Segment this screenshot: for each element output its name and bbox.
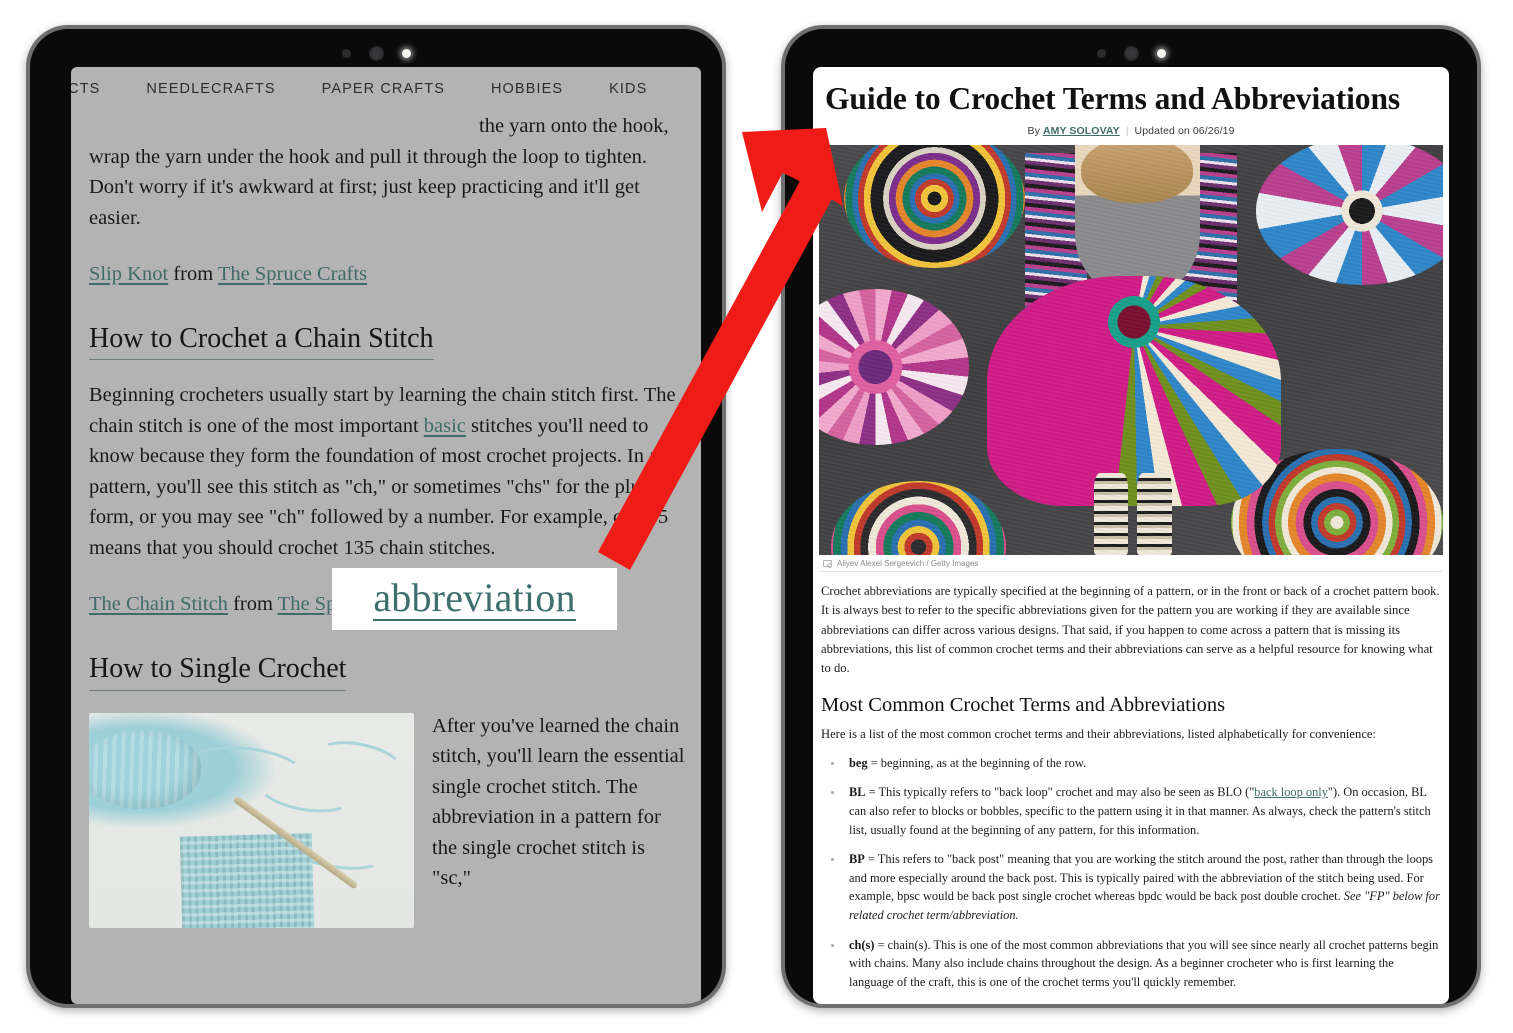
intro-paragraph: Crochet abbreviations are typically spec… <box>821 584 1440 675</box>
page-title: Guide to Crochet Terms and Abbreviations <box>825 81 1401 116</box>
crochet-swatch-icon <box>179 832 315 928</box>
hero-photo <box>819 145 1443 556</box>
status-led-icon <box>1156 48 1166 58</box>
link-basic[interactable]: basic <box>424 415 466 437</box>
source-line-1-middle: from <box>168 263 218 286</box>
term-definition: = beginning, as at the beginning of the … <box>867 755 1087 770</box>
section-intro: Here is a list of the most common croche… <box>821 726 1376 741</box>
list-item: beg = beginning, as at the beginning of … <box>821 754 1441 773</box>
heading-how-to-single-crochet: How to Single Crochet <box>89 652 347 691</box>
right-article-body: Crochet abbreviations are typically spec… <box>821 582 1441 991</box>
boot-left-icon <box>1093 473 1128 556</box>
photo-credit: Aliyev Alexei Sergeevich / Getty Images <box>819 555 1443 573</box>
link-spruce-crafts-1[interactable]: The Spruce Crafts <box>218 263 367 285</box>
front-camera-icon <box>1123 45 1139 61</box>
term-definition: = chain(s). This is one of the most comm… <box>849 937 1439 989</box>
term-label: ch(s) <box>849 937 875 952</box>
ambient-sensor-icon <box>1096 48 1106 58</box>
tablet-left-bezel: JECTS NEEDLECRAFTS PAPER CRAFTS HOBBIES … <box>30 29 722 1004</box>
nav-item-projects[interactable]: JECTS <box>71 81 100 97</box>
yarn-ball-icon <box>89 730 201 809</box>
term-label: beg <box>849 755 868 770</box>
front-camera-icon <box>368 45 384 61</box>
mandala-bottom-left-icon <box>831 481 1007 556</box>
term-definition: = This typically refers to "back loop" c… <box>865 785 1255 800</box>
term-label: BP <box>849 852 865 867</box>
byline-prefix: By <box>1027 125 1043 138</box>
byline: By AMY SOLOVAY | Updated on 06/26/19 <box>813 125 1449 137</box>
front-sensor-cluster <box>30 45 722 61</box>
site-nav[interactable]: JECTS NEEDLECRAFTS PAPER CRAFTS HOBBIES … <box>71 67 701 111</box>
tablet-right: Guide to Crochet Terms and Abbreviations… <box>781 25 1481 1008</box>
nav-item-hobbies[interactable]: HOBBIES <box>491 81 563 97</box>
content-fade <box>813 990 1449 1004</box>
link-the-chain-stitch[interactable]: The Chain Stitch <box>89 593 228 615</box>
source-line-2-middle: from <box>227 593 278 616</box>
screenshot-stage: JECTS NEEDLECRAFTS PAPER CRAFTS HOBBIES … <box>0 0 1513 1033</box>
source-line-slip-knot: Slip Knot from The Spruce Crafts <box>89 259 685 290</box>
left-screen: JECTS NEEDLECRAFTS PAPER CRAFTS HOBBIES … <box>71 67 701 1004</box>
nav-item-needlecrafts[interactable]: NEEDLECRAFTS <box>146 81 275 97</box>
paragraph-chain-stitch: Beginning crocheters usually start by le… <box>89 380 685 563</box>
list-item: ch(s) = chain(s). This is one of the mos… <box>821 936 1441 992</box>
boot-right-icon <box>1137 473 1172 556</box>
single-crochet-photo <box>89 712 414 928</box>
right-screen: Guide to Crochet Terms and Abbreviations… <box>813 67 1449 1004</box>
ambient-sensor-icon <box>341 48 351 58</box>
tablet-left: JECTS NEEDLECRAFTS PAPER CRAFTS HOBBIES … <box>26 25 726 1008</box>
byline-author-link[interactable]: AMY SOLOVAY <box>1043 125 1120 137</box>
byline-separator: | <box>1125 125 1129 138</box>
left-article-body: the yarn onto the hook, wrap the yarn un… <box>71 111 701 928</box>
person-hair-icon <box>1081 145 1194 203</box>
link-slip-knot[interactable]: Slip Knot <box>89 263 168 285</box>
camera-icon <box>823 560 832 568</box>
list-item: BL = This typically refers to "back loop… <box>821 783 1441 839</box>
byline-updated: Updated on 06/26/19 <box>1134 125 1235 138</box>
abbreviation-callout-word: abbreviation <box>373 574 576 621</box>
mandala-flower-icon <box>819 288 969 445</box>
nav-item-paper-crafts[interactable]: PAPER CRAFTS <box>322 81 445 97</box>
section-heading: Most Common Crochet Terms and Abbreviati… <box>821 693 1226 716</box>
crochet-skirt-icon <box>987 276 1281 507</box>
list-item: BP = This refers to "back post" meaning … <box>821 850 1441 924</box>
heading-how-to-crochet-chain-stitch: How to Crochet a Chain Stitch <box>89 322 434 361</box>
abbreviation-callout: abbreviation <box>332 568 617 630</box>
link-back-loop-only[interactable]: back loop only <box>1254 785 1328 799</box>
paragraph-slip-knot: the yarn onto the hook, wrap the yarn un… <box>89 115 669 229</box>
terms-list: beg = beginning, as at the beginning of … <box>821 754 1441 992</box>
nav-item-kids[interactable]: KIDS <box>609 81 647 97</box>
mandala-blue-icon <box>1255 145 1443 285</box>
front-sensor-cluster <box>785 45 1477 61</box>
status-led-icon <box>401 48 411 58</box>
term-label: BL <box>849 785 866 800</box>
photo-credit-text: Aliyev Alexei Sergeevich / Getty Images <box>837 559 979 569</box>
tablet-right-bezel: Guide to Crochet Terms and Abbreviations… <box>785 29 1477 1004</box>
mandala-rings-icon <box>843 145 1025 269</box>
